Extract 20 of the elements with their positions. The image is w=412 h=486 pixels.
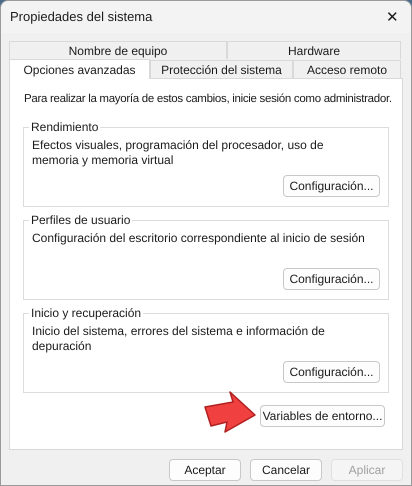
settings-button[interactable]: Configuración... <box>283 175 380 197</box>
window-title: Propiedades del sistema <box>10 8 152 26</box>
group-title: Rendimiento <box>29 120 100 134</box>
group-description: Efectos visuales, programación del procesador, uso de memoria y memoria virtual <box>32 138 324 168</box>
group-description: Configuración del escritorio correspondiente al inicio de sesión <box>32 231 366 246</box>
tab[interactable]: Nombre de equipo <box>9 41 227 59</box>
tab[interactable]: Hardware <box>227 41 401 59</box>
close-button[interactable]: ✕ <box>384 10 401 24</box>
tab[interactable]: Acceso remoto <box>293 60 401 78</box>
group-description: Inicio del sistema, errores del sistema e información de depuración <box>32 324 326 354</box>
group-title: Inicio y recuperación <box>29 306 144 320</box>
group-title: Perfiles de usuario <box>29 213 132 227</box>
dialog-button[interactable]: Cancelar <box>250 459 322 481</box>
tab[interactable]: Protección del sistema <box>150 60 293 78</box>
settings-button[interactable]: Configuración... <box>283 268 380 290</box>
settings-button[interactable]: Configuración... <box>283 361 380 383</box>
dialog-button[interactable]: Aceptar <box>169 459 241 481</box>
environment-variables-button[interactable]: Variables de entorno... <box>260 405 385 427</box>
intro-text: Para realizar la mayoría de estos cambios, inicie sesión como administrador. <box>24 92 392 107</box>
tab[interactable]: Opciones avanzadas <box>9 59 150 79</box>
